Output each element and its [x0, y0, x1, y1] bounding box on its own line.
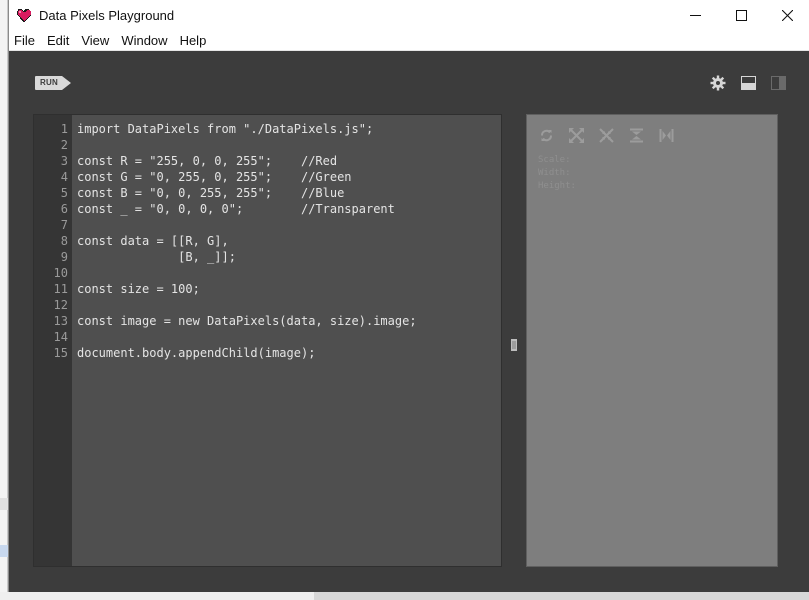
code-line[interactable]: const G = "0, 255, 0, 255"; //Green — [77, 169, 497, 185]
code-line[interactable]: const R = "255, 0, 0, 255"; //Red — [77, 153, 497, 169]
preview-toolbar — [538, 127, 674, 143]
code-line[interactable]: const B = "0, 0, 255, 255"; //Blue — [77, 185, 497, 201]
gear-icon — [710, 75, 726, 91]
desktop-mark — [0, 545, 8, 557]
expand-icon — [568, 127, 584, 143]
code-editor[interactable]: 1 2 3 4 5 6 7 8 9 10 11 12 13 14 15 import DataPixels … — [33, 114, 502, 567]
preview-pane: Scale: Width: Height: — [526, 114, 778, 567]
line-number: 13 — [53, 314, 68, 328]
refresh-button[interactable] — [538, 127, 554, 143]
maximize-icon — [735, 10, 747, 21]
window-controls — [672, 0, 809, 31]
settings-button[interactable] — [710, 75, 726, 91]
line-numbers: 1 2 3 4 5 6 7 8 9 10 11 12 13 14 15 — [34, 121, 68, 361]
layout-vertical-icon — [770, 76, 786, 90]
line-number: 15 — [53, 346, 68, 360]
image-stats: Scale: Width: Height: — [538, 154, 576, 193]
minimize-icon — [689, 15, 701, 16]
line-number: 11 — [53, 282, 68, 296]
menu-bar: File Edit View Window Help — [9, 31, 809, 51]
app-window: Data Pixels Playground File Edit View Wi… — [8, 0, 809, 592]
code-line[interactable] — [77, 297, 497, 313]
code-line[interactable]: import DataPixels from "./DataPixels.js"… — [77, 121, 497, 137]
desktop-background-bottom — [0, 592, 809, 600]
heart-pixel-icon — [17, 9, 31, 23]
menu-view[interactable]: View — [75, 33, 115, 48]
line-number: 7 — [60, 218, 68, 232]
playground-content: RUN 1 2 3 4 5 6 7 8 9 10 11 12 13 14 15 … — [9, 51, 809, 592]
pane-resize-handle[interactable] — [511, 336, 517, 351]
editor-gutter: 1 2 3 4 5 6 7 8 9 10 11 12 13 14 15 — [34, 115, 72, 566]
collapse-button[interactable] — [598, 127, 614, 143]
code-line[interactable]: const _ = "0, 0, 0, 0"; //Transparent — [77, 201, 497, 217]
code-line[interactable]: document.body.appendChild(image); — [77, 345, 497, 361]
layout-horizontal-button[interactable] — [740, 75, 756, 91]
menu-edit[interactable]: Edit — [41, 33, 75, 48]
line-number: 3 — [60, 154, 68, 168]
code-line[interactable]: const image = new DataPixels(data, size)… — [77, 313, 497, 329]
code-line[interactable] — [77, 265, 497, 281]
menu-file[interactable]: File — [9, 33, 41, 48]
scale-label: Scale: — [538, 155, 571, 165]
expand-button[interactable] — [568, 127, 584, 143]
view-toolbar — [710, 75, 786, 91]
code-line[interactable]: [B, _]]; — [77, 249, 497, 265]
line-number: 5 — [60, 186, 68, 200]
collapse-icon — [598, 127, 614, 143]
line-number: 2 — [60, 138, 68, 152]
grip-icon — [511, 339, 517, 351]
close-button[interactable] — [764, 0, 809, 31]
flip-horizontal-icon — [659, 128, 673, 142]
menu-help[interactable]: Help — [174, 33, 213, 48]
window-title: Data Pixels Playground — [39, 8, 175, 23]
line-number: 8 — [60, 234, 68, 248]
height-label: Height: — [538, 181, 576, 191]
flip-vertical-button[interactable] — [628, 127, 644, 143]
line-number: 1 — [60, 122, 68, 136]
close-icon — [781, 10, 793, 21]
flip-horizontal-button[interactable] — [658, 127, 674, 143]
line-number: 9 — [60, 250, 68, 264]
width-label: Width: — [538, 168, 571, 178]
title-bar[interactable]: Data Pixels Playground — [9, 0, 809, 31]
desktop-mark — [0, 498, 8, 510]
line-number: 14 — [53, 330, 68, 344]
line-number: 10 — [53, 266, 68, 280]
layout-horizontal-icon — [740, 76, 756, 90]
code-line[interactable] — [77, 217, 497, 233]
code-line[interactable]: const data = [[R, G], — [77, 233, 497, 249]
line-number: 6 — [60, 202, 68, 216]
desktop-panel-edge — [314, 592, 809, 600]
menu-window[interactable]: Window — [115, 33, 173, 48]
line-number: 4 — [60, 170, 68, 184]
flip-vertical-icon — [629, 128, 643, 142]
desktop-background-left — [0, 0, 8, 600]
code-line[interactable] — [77, 137, 497, 153]
code-content[interactable]: import DataPixels from "./DataPixels.js"… — [77, 121, 497, 361]
code-line[interactable]: const size = 100; — [77, 281, 497, 297]
code-line[interactable] — [77, 329, 497, 345]
refresh-icon — [540, 129, 552, 141]
maximize-button[interactable] — [718, 0, 764, 31]
layout-vertical-button[interactable] — [770, 75, 786, 91]
line-number: 12 — [53, 298, 68, 312]
run-label: RUN — [40, 78, 58, 87]
minimize-button[interactable] — [672, 0, 718, 31]
run-button[interactable]: RUN — [34, 75, 72, 91]
